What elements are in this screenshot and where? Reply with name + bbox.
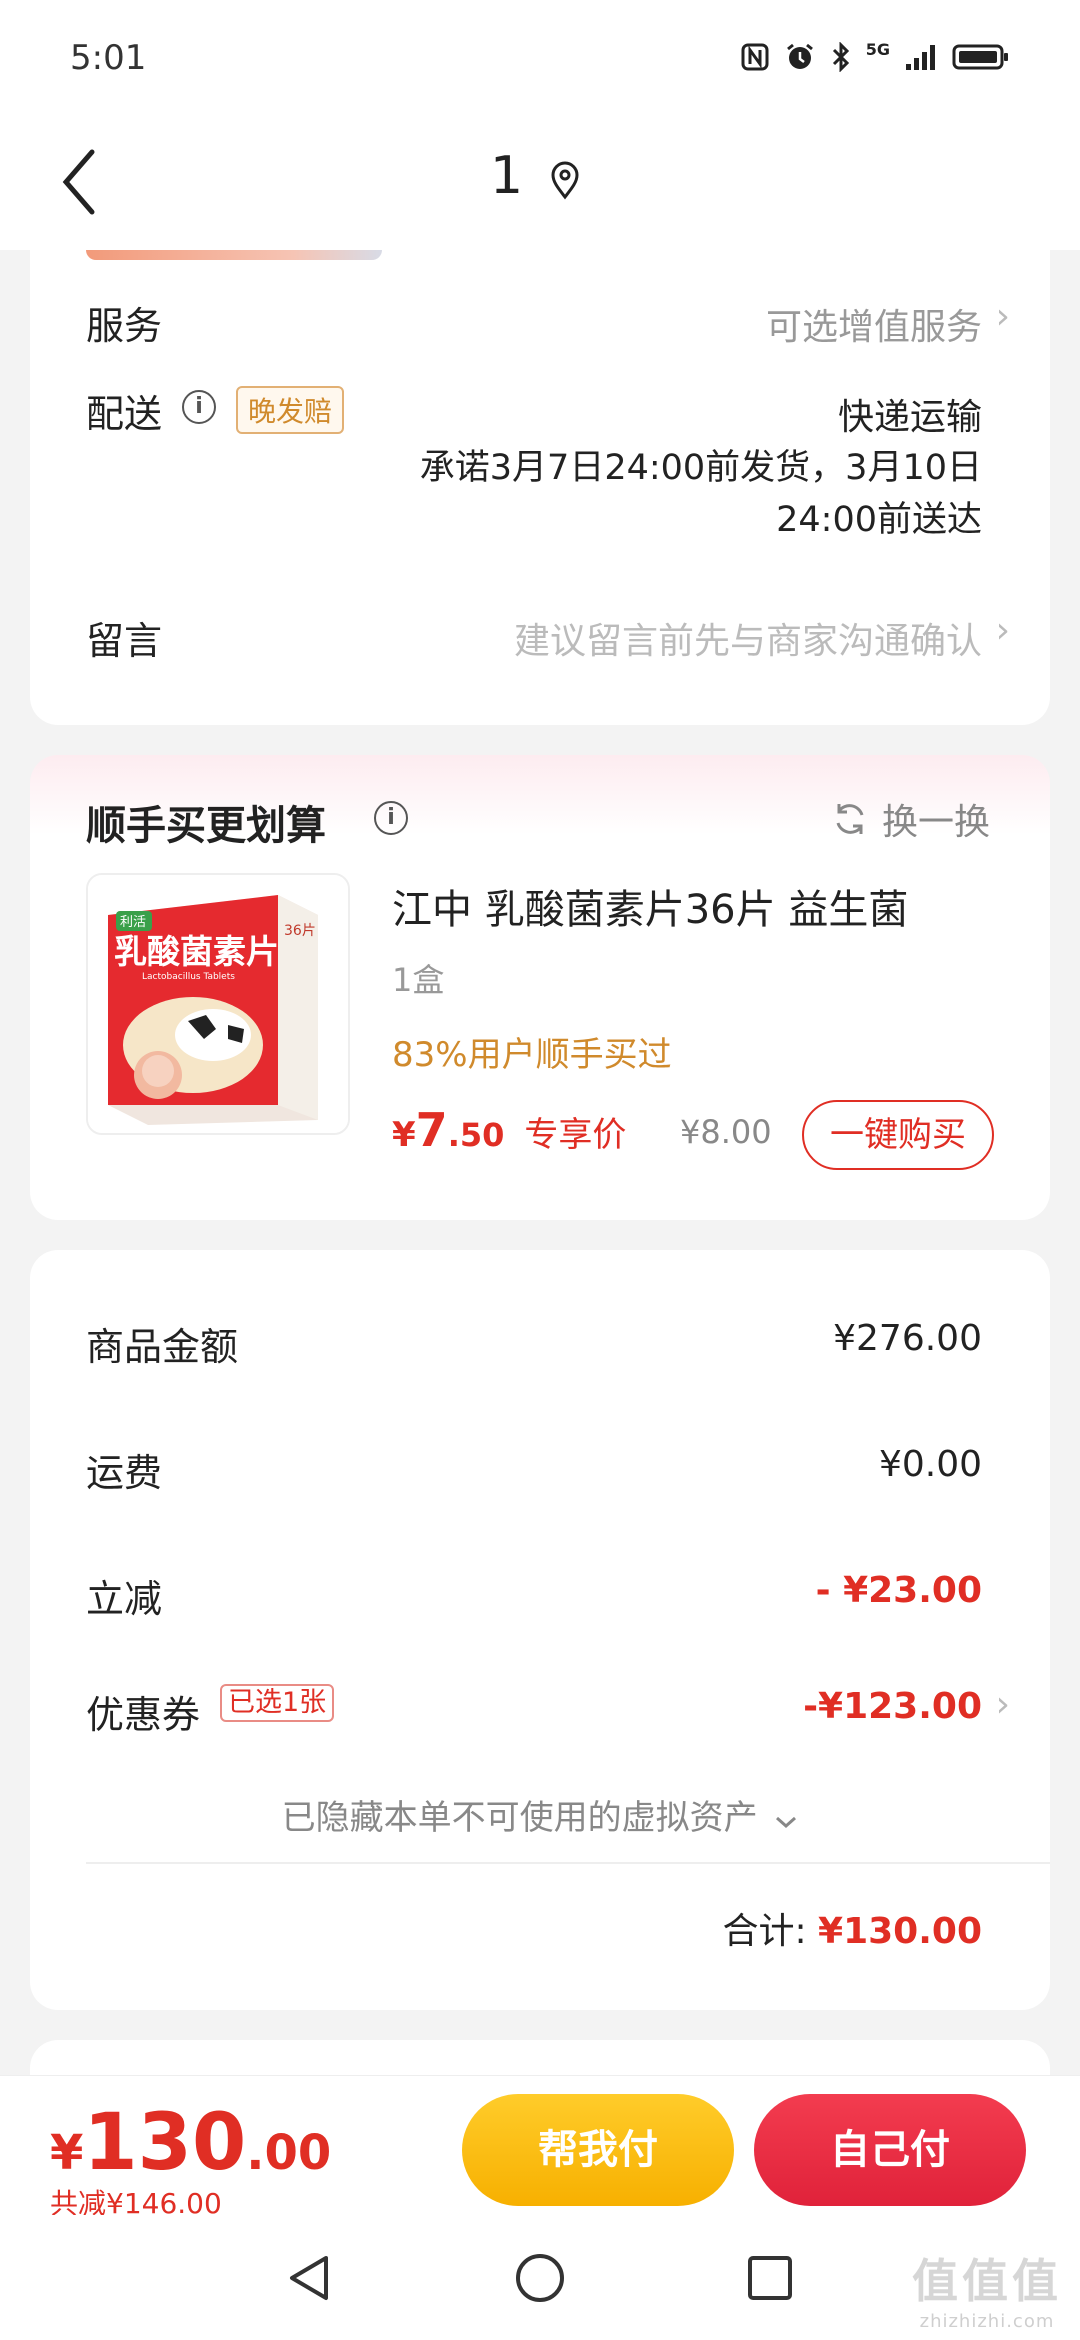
nav-bar: 1 — [0, 120, 1080, 250]
self-pay-button[interactable]: 自己付 — [754, 2094, 1026, 2206]
order-total: 合计: ¥130.00 — [722, 1902, 982, 1954]
watermark-logo: 值值值 — [912, 2254, 1062, 2308]
price-summary-card: 商品金额 ¥276.00 运费 ¥0.00 立减 - ¥23.00 优惠券 已选… — [30, 1250, 1050, 2010]
hidden-assets-toggle[interactable]: 已隐藏本单不可使用的虚拟资产 — [30, 1790, 1050, 1839]
delivery-label: 配送 — [86, 392, 163, 436]
status-time: 5:01 — [70, 38, 147, 78]
checkout-bar: ¥ 130 .00 共减¥146.00 帮我付 自己付 — [0, 2075, 1080, 2220]
exclusive-price-label: 专享价 — [524, 1115, 627, 1155]
status-bar: 5:01 5G — [0, 0, 1080, 120]
product-price-currency: ¥ — [392, 1115, 416, 1155]
swap-button[interactable]: 换一换 — [832, 793, 990, 845]
order-options-card: 服务 可选增值服务 › 配送 i 晚发赔 快递运输 承诺3月7日24:00前发货… — [30, 250, 1050, 725]
nav-recents-icon[interactable] — [742, 2250, 798, 2306]
signal-icon — [906, 45, 935, 70]
checkout-price: ¥ 130 .00 — [50, 2098, 331, 2188]
delivery-promise: 承诺3月7日24:00前发货，3月10日24:00前送达 — [419, 448, 982, 540]
upsell-card: 顺手买更划算 i 换一换 利活 乳酸菌素片 Lactobacillus Tabl… — [30, 755, 1050, 1220]
checkout-price-integer: 130 — [83, 2098, 247, 2188]
nfc-icon — [741, 43, 769, 71]
refresh-icon — [836, 804, 864, 834]
service-value[interactable]: 可选增值服务 — [766, 298, 982, 350]
help-pay-button[interactable]: 帮我付 — [462, 2094, 734, 2206]
delivery-info-icon[interactable]: i — [182, 390, 216, 424]
bluetooth-icon — [832, 42, 849, 72]
status-icons: 5G — [740, 42, 1010, 72]
checkout-price-decimal: .00 — [246, 2125, 332, 2181]
goods-amount-label: 商品金额 — [86, 1325, 239, 1369]
instant-discount-label: 立减 — [86, 1577, 163, 1621]
box-count-text: 36片 — [284, 923, 316, 939]
hidden-assets-text: 已隐藏本单不可使用的虚拟资产 — [281, 1798, 758, 1838]
message-chevron-icon[interactable]: › — [996, 610, 1010, 651]
product-name[interactable]: 江中 乳酸菌素片36片 益生菌 — [392, 877, 908, 935]
delivery-type: 快递运输 — [837, 397, 982, 438]
upsell-title-text: 顺手买更划算 — [86, 803, 326, 849]
total-label: 合计: — [722, 1911, 807, 1952]
checkout-price-currency: ¥ — [50, 2125, 84, 2181]
goods-amount-value: ¥276.00 — [833, 1318, 982, 1359]
product-price-decimal: .50 — [447, 1116, 505, 1154]
service-chevron-icon[interactable]: › — [996, 296, 1010, 337]
upsell-title: 顺手买更划算 — [86, 793, 326, 851]
message-label: 留言 — [86, 619, 163, 663]
coupon-label: 优惠券 — [86, 1693, 201, 1737]
shipping-label: 运费 — [86, 1451, 163, 1495]
product-price-integer: 7 — [415, 1103, 448, 1157]
shipping-value: ¥0.00 — [878, 1444, 982, 1485]
battery-icon — [952, 44, 1008, 70]
box-name-text: 乳酸菌素片 — [114, 932, 279, 971]
back-arrow-icon[interactable] — [52, 142, 112, 222]
message-input[interactable]: 建议留言前先与商家沟通确认 — [514, 612, 982, 664]
product-price: ¥ 7 .50 专享价 — [392, 1103, 626, 1157]
box-brand-text: 利活 — [120, 915, 146, 930]
network-type-label: 5G — [865, 40, 890, 59]
product-box-illustration: 利活 乳酸菌素片 Lactobacillus Tablets 36片 — [88, 875, 348, 1133]
watermark: 值值值 zhizhizhi.com — [912, 2245, 1062, 2332]
instant-discount-value: - ¥23.00 — [815, 1570, 982, 1611]
product-bought-rate: 83%用户顺手买过 — [392, 1035, 672, 1075]
nav-home-icon[interactable] — [512, 2250, 568, 2306]
original-price: ¥8.00 — [680, 1113, 772, 1151]
coupon-selected-tag: 已选1张 — [220, 1684, 335, 1722]
product-image[interactable]: 利活 乳酸菌素片 Lactobacillus Tablets 36片 — [86, 873, 350, 1135]
coupon-value[interactable]: -¥123.00 — [803, 1686, 982, 1727]
alarm-icon — [786, 43, 813, 69]
summary-divider — [86, 1862, 1050, 1864]
watermark-url: zhizhizhi.com — [919, 2311, 1055, 2332]
chevron-down-icon — [776, 1816, 797, 1829]
product-image-peek — [86, 250, 382, 260]
box-sub-text: Lactobacillus Tablets — [142, 972, 235, 982]
nav-back-icon[interactable] — [282, 2250, 338, 2306]
late-compensation-tag: 晚发赔 — [236, 386, 345, 434]
upsell-info-icon[interactable]: i — [374, 801, 408, 835]
location-pin-icon[interactable] — [548, 160, 582, 200]
total-value: ¥130.00 — [818, 1911, 982, 1952]
product-quantity: 1盒 — [392, 961, 445, 999]
nav-title: 1 — [490, 146, 524, 206]
coupon-chevron-icon[interactable]: › — [996, 1684, 1010, 1725]
swap-label: 换一换 — [881, 802, 990, 843]
service-label: 服务 — [86, 304, 163, 348]
one-click-buy-button[interactable]: 一键购买 — [802, 1100, 994, 1170]
